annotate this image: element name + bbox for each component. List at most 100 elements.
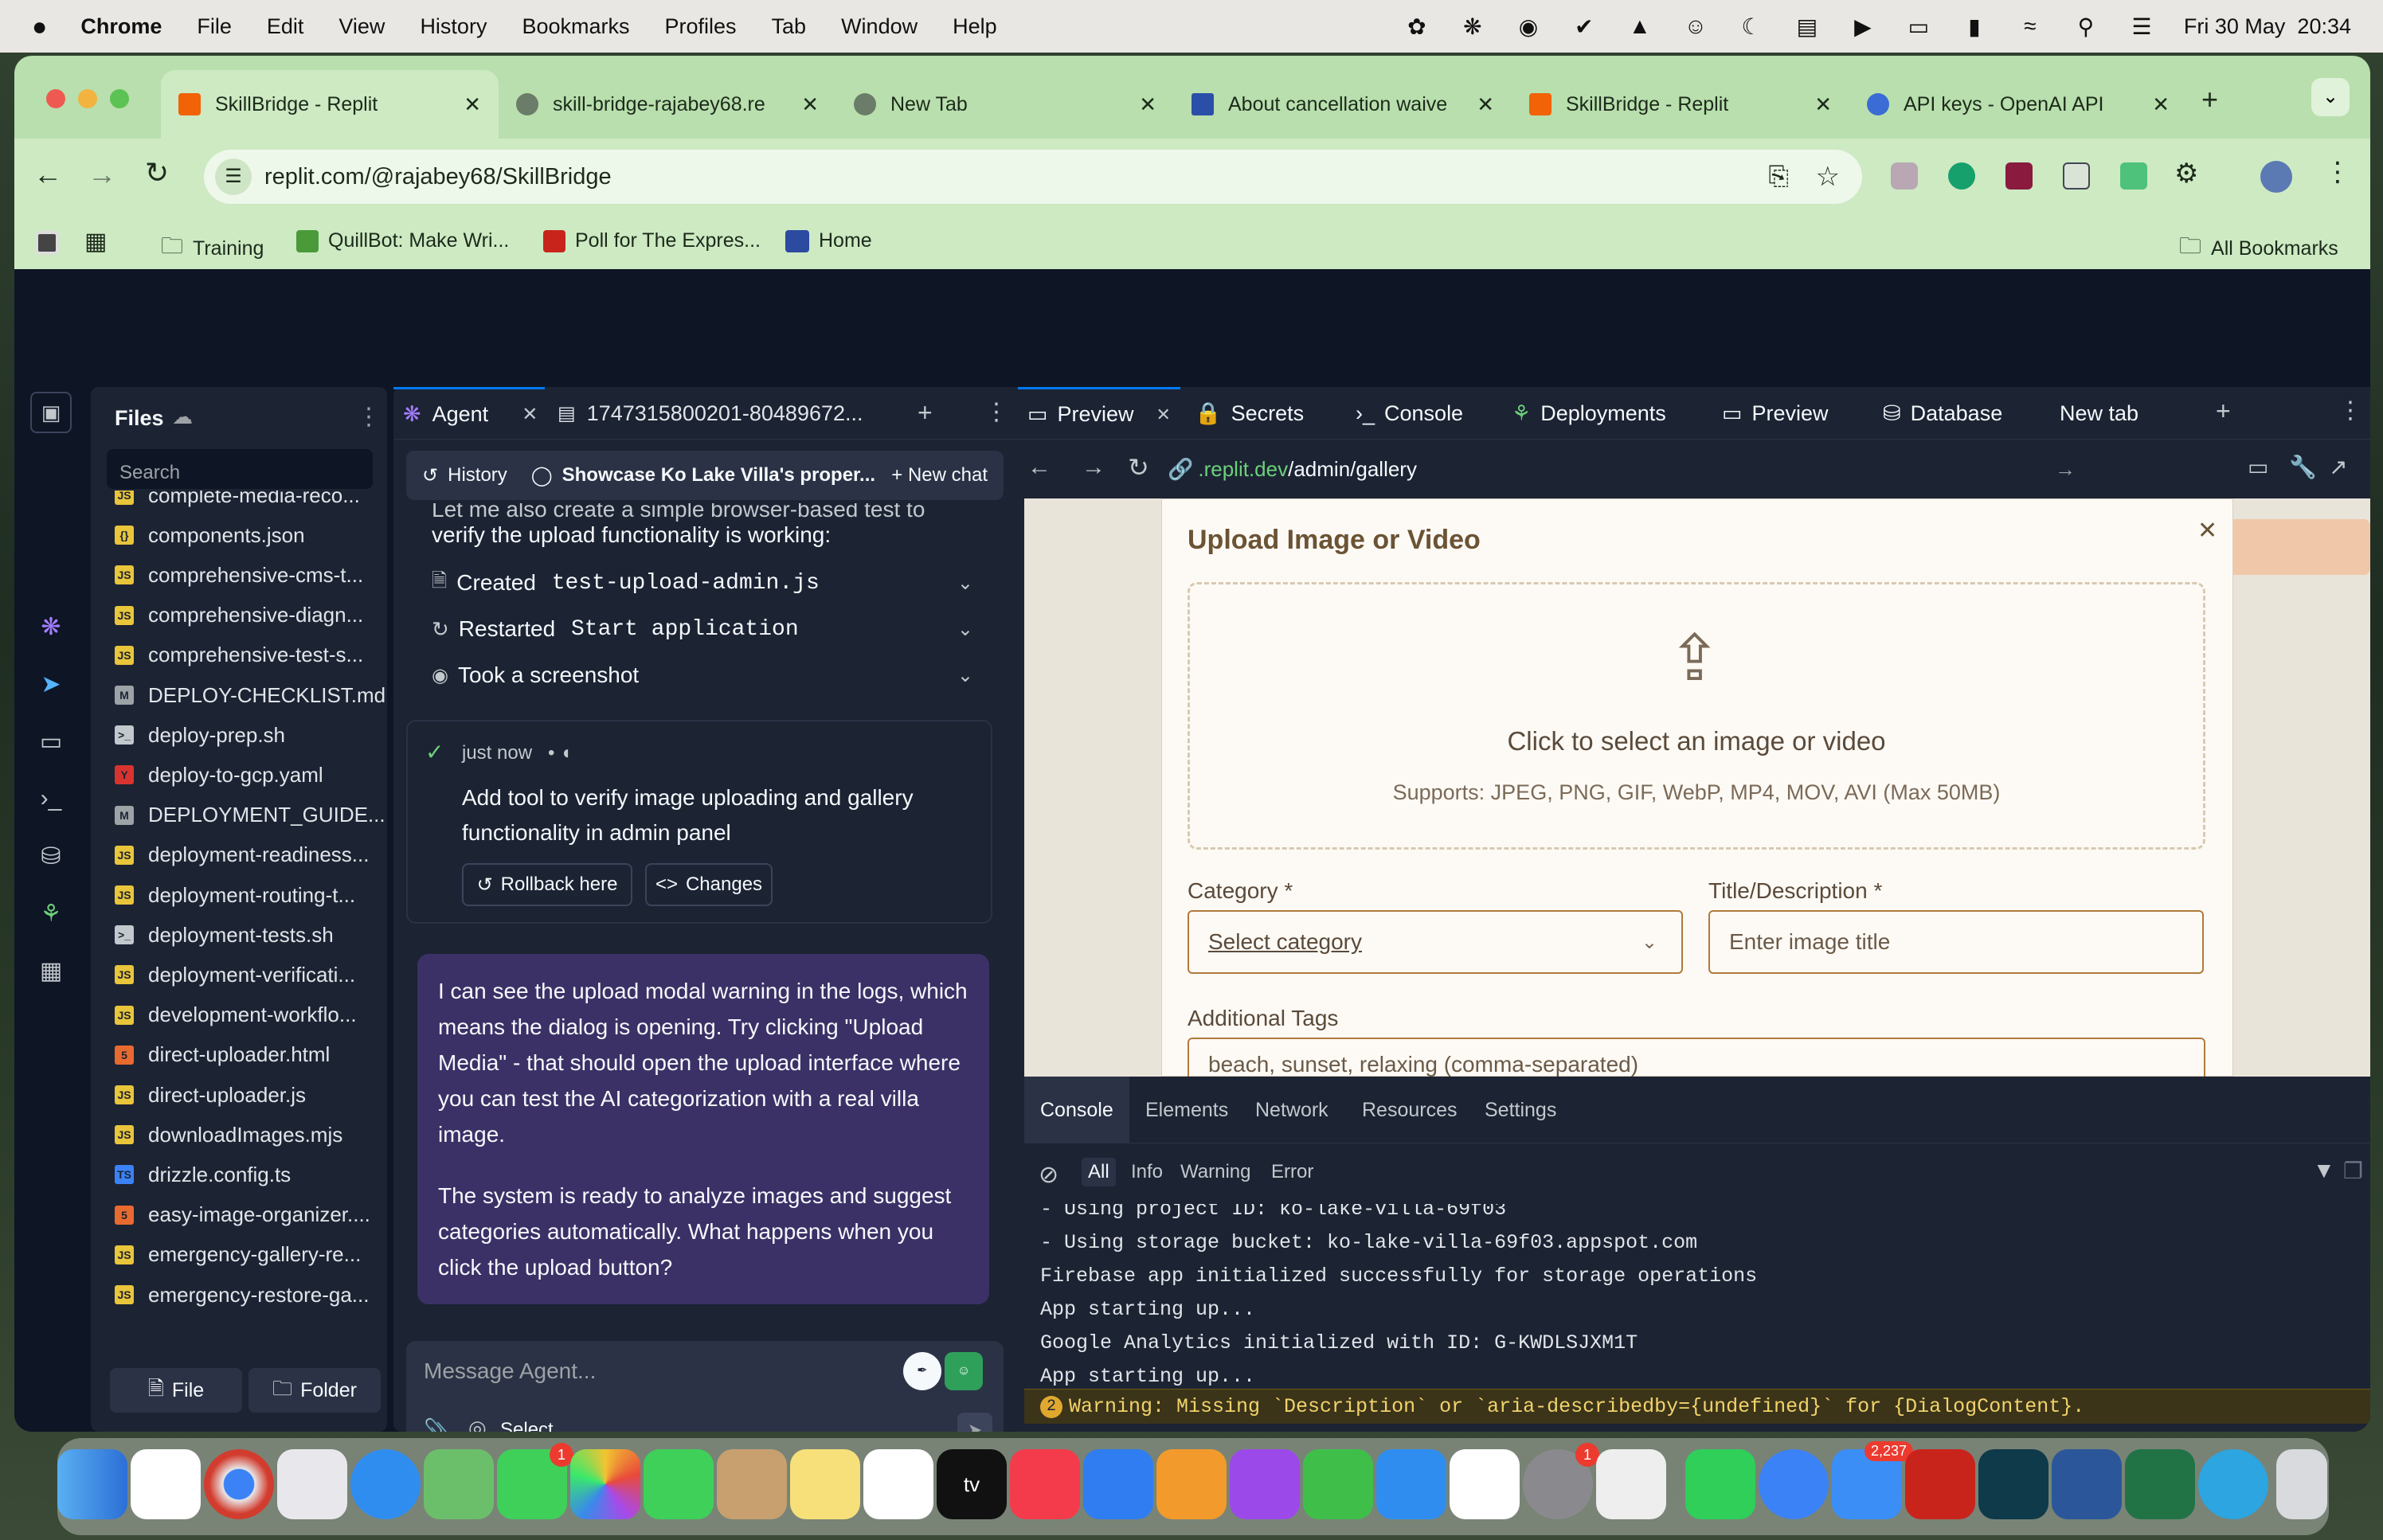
grammarly-extension-icon[interactable] (1948, 162, 1975, 190)
category-select[interactable]: Select category ⌄ (1188, 910, 1683, 974)
freeform-icon[interactable] (1450, 1449, 1520, 1519)
adobe-status-icon[interactable]: ▲ (1626, 14, 1653, 38)
tab-new-tab[interactable]: New Tab ✕ (836, 70, 1174, 139)
back-arrow-icon[interactable]: ← (33, 158, 62, 191)
new-chat-button[interactable]: + New chat (891, 464, 988, 487)
mail-icon[interactable]: 2,237 (1832, 1441, 1913, 1519)
files-menu-icon[interactable]: ⋮ (357, 403, 381, 431)
bookmark-training[interactable]: 🗀 Training (161, 229, 264, 268)
safari-icon[interactable] (350, 1449, 421, 1519)
notes-icon[interactable] (790, 1449, 860, 1519)
perplexity-icon[interactable] (1978, 1449, 2048, 1519)
close-tab-icon[interactable]: ✕ (801, 92, 819, 117)
file-item[interactable]: JS deployment-verificati... (115, 956, 355, 994)
tab-cancellation-waiver[interactable]: About cancellation waive ✕ (1174, 70, 1512, 139)
toggle-sidebar-icon[interactable]: ▣ (30, 392, 72, 433)
agent-icon[interactable]: ❋ (37, 613, 65, 642)
acrobat-icon[interactable] (1905, 1449, 1975, 1519)
chevron-down-icon[interactable]: ⌄ (957, 618, 973, 641)
file-item[interactable]: JS emergency-gallery-re... (115, 1236, 361, 1274)
menu-file[interactable]: File (197, 14, 232, 39)
play-status-icon[interactable]: ▶ (1849, 14, 1876, 39)
new-file-button[interactable]: 🗎 File (110, 1368, 242, 1413)
close-tab-icon[interactable]: ✕ (1477, 92, 1494, 117)
tab-console[interactable]: ›_ Console (1346, 387, 1473, 440)
wifi-icon[interactable]: ≈ (2017, 14, 2044, 38)
bookmark-home[interactable]: Home (785, 229, 872, 252)
control-center-icon[interactable]: ☰ (2128, 14, 2155, 39)
close-tab-icon[interactable]: ✕ (1156, 405, 1171, 425)
bookmark-poll[interactable]: Poll for The Expres... (543, 229, 761, 252)
tab-preview[interactable]: ▭ Preview ✕ (1018, 387, 1180, 440)
devtools-wrench-icon[interactable]: 🔧 (2289, 454, 2317, 480)
deployments-icon[interactable]: ⚘ (37, 900, 65, 928)
device-preview-icon[interactable]: ▭ (2248, 454, 2268, 480)
close-tab-icon[interactable]: ✕ (2152, 92, 2170, 117)
chrome-app-icon[interactable] (204, 1449, 274, 1519)
word-icon[interactable] (2052, 1449, 2122, 1519)
bookmark-quillbot[interactable]: QuillBot: Make Wri... (296, 229, 509, 252)
maps-icon[interactable] (424, 1449, 494, 1519)
whatsapp-icon[interactable] (1685, 1449, 1755, 1519)
filter-error[interactable]: Error (1271, 1161, 1313, 1183)
preview-back-icon[interactable]: ← (1027, 454, 1051, 481)
file-item[interactable]: JS deployment-readiness... (115, 836, 369, 874)
file-item[interactable]: JSfinal-deployment-test.js (115, 1315, 361, 1319)
shell-icon[interactable]: ›_ (37, 785, 65, 814)
chevron-down-icon[interactable]: ⌄ (957, 572, 973, 595)
rollback-button[interactable]: ↺ Rollback here (462, 863, 632, 906)
facetime-icon[interactable] (644, 1449, 714, 1519)
messenger-icon[interactable] (1759, 1449, 1829, 1519)
checkmark-status-icon[interactable]: ✔ (1571, 14, 1598, 39)
tab-openai-api-keys[interactable]: API keys - OpenAI API ✕ (1849, 70, 2187, 139)
menu-view[interactable]: View (338, 14, 385, 39)
menu-help[interactable]: Help (953, 14, 997, 39)
send-icon[interactable]: ➤ (957, 1413, 992, 1432)
menu-profiles[interactable]: Profiles (665, 14, 737, 39)
reload-icon[interactable]: ↻ (145, 156, 169, 190)
apple-icon[interactable]: ● (32, 12, 47, 41)
select-button[interactable]: Select (500, 1419, 554, 1432)
chatgpt-app-icon[interactable] (131, 1449, 201, 1519)
close-tab-icon[interactable]: ✕ (464, 92, 481, 117)
tags-input[interactable]: beach, sunset, relaxing (comma-separated… (1188, 1038, 2205, 1077)
close-modal-icon[interactable]: ✕ (2197, 517, 2217, 545)
apple-tv-icon[interactable]: tv (937, 1449, 1007, 1519)
photos-icon[interactable] (570, 1449, 640, 1519)
bookmark-app-icon[interactable] (35, 231, 59, 255)
agent-menu-icon[interactable]: ⋮ (984, 398, 1008, 426)
history-button[interactable]: History (448, 464, 507, 487)
finder-icon[interactable] (57, 1449, 127, 1519)
address-bar[interactable]: ☰ replit.com/@rajabey68/SkillBridge ⎘ ☆ (204, 150, 1862, 204)
close-tab-icon[interactable]: ✕ (1139, 92, 1156, 117)
install-app-icon[interactable]: ⎘ (1768, 162, 1789, 192)
forward-arrow-icon[interactable]: → (88, 158, 116, 191)
battery-icon[interactable]: ▮ (1961, 14, 1988, 39)
files-search-input[interactable]: Search (107, 449, 373, 489)
extension-icon-1[interactable] (1891, 162, 1918, 190)
filter-info[interactable]: Info (1131, 1161, 1163, 1183)
preview-forward-icon[interactable]: → (1082, 454, 1105, 481)
telegram-icon[interactable] (2198, 1449, 2268, 1519)
bot-icon[interactable]: ☺ (945, 1352, 983, 1390)
tab-skill-bridge-app[interactable]: skill-bridge-rajabey68.re ✕ (499, 70, 836, 139)
run-icon[interactable]: ➤ (37, 670, 65, 699)
tab-preview-2[interactable]: ▭ Preview (1712, 387, 1838, 440)
tab-skillbridge-replit-2[interactable]: SkillBridge - Replit ✕ (1512, 70, 1849, 139)
night-mode-icon[interactable]: ☾ (1738, 14, 1765, 39)
action-created-file[interactable]: 🗎 Created test-upload-admin.js ⌄ (432, 562, 989, 604)
tab-secrets[interactable]: 🔒 Secrets (1185, 387, 1313, 440)
history-icon[interactable]: ↺ (422, 464, 438, 487)
file-item[interactable]: JS downloadImages.mjs (115, 1116, 342, 1154)
tab-deployments[interactable]: ⚘ Deployments (1502, 387, 1676, 440)
tab-database[interactable]: ⛁ Database (1873, 387, 2012, 440)
translate-extension-icon[interactable] (2063, 162, 2090, 190)
extension-icon-t[interactable] (2005, 162, 2033, 190)
bookmark-star-icon[interactable]: ☆ (1816, 161, 1840, 193)
new-tab-plus-icon[interactable]: + (918, 398, 933, 428)
new-tab-plus-icon[interactable]: + (2216, 397, 2231, 426)
devtools-tab-network[interactable]: Network (1255, 1099, 1328, 1122)
file-item[interactable]: M DEPLOY-CHECKLIST.md (115, 676, 385, 714)
file-item[interactable]: >_ deployment-tests.sh (115, 916, 334, 954)
feather-icon[interactable]: ✒ (903, 1352, 941, 1390)
